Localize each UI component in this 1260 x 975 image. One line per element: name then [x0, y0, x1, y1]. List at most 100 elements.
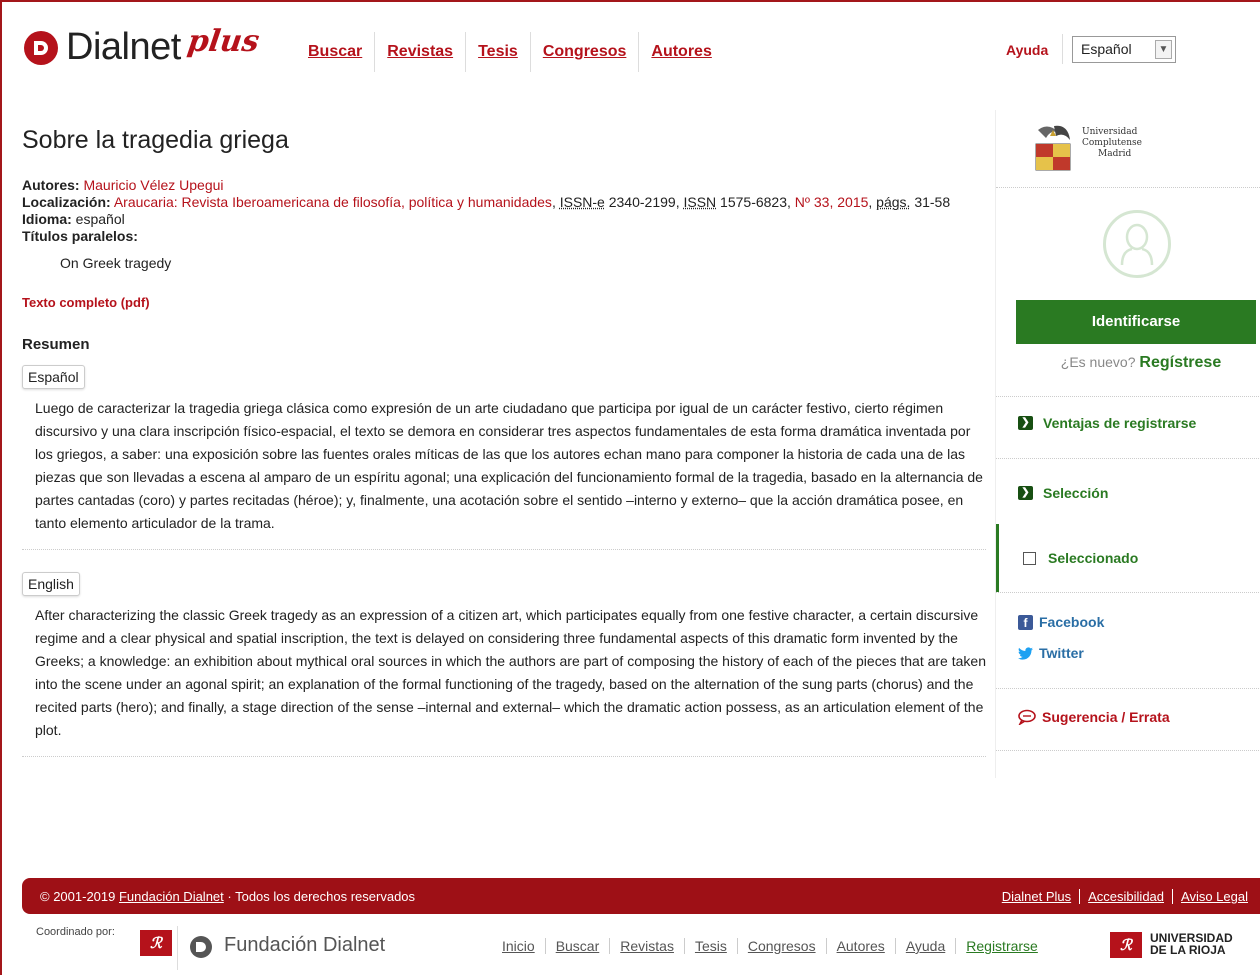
divider	[1062, 34, 1063, 64]
nav-tesis[interactable]: Tesis	[466, 32, 531, 72]
university-line: Complutense	[1082, 138, 1142, 148]
universidad-la-rioja-logo-icon[interactable]: ℛ	[1110, 932, 1142, 958]
footer-link-dialnet-plus[interactable]: Dialnet Plus	[994, 889, 1079, 904]
footer-bar: © 2001-2019 Fundación Dialnet · Todos lo…	[22, 878, 1260, 914]
suggestion-label: Sugerencia / Errata	[1042, 709, 1170, 725]
user-avatar-icon	[1103, 210, 1171, 278]
twitter-link[interactable]: Twitter	[1018, 645, 1084, 661]
issue-link[interactable]: Nº 33, 2015	[795, 194, 869, 210]
divider	[996, 688, 1260, 689]
chevron-right-icon: ❯	[1018, 416, 1033, 430]
nav-autores[interactable]: Autores	[639, 32, 723, 72]
nav-buscar[interactable]: Buscar	[296, 32, 376, 72]
selection-label: Selección	[1043, 485, 1109, 501]
suggestion-link[interactable]: Sugerencia / Errata	[1018, 709, 1170, 725]
twitter-icon	[1018, 646, 1033, 660]
language-value: español	[75, 211, 125, 227]
article-main: Sobre la tragedia griega Autores: Mauric…	[22, 110, 986, 757]
main-nav: Buscar Revistas Tesis Congresos Autores	[296, 32, 724, 72]
authors-row: Autores: Mauricio Vélez Upegui	[22, 177, 986, 194]
pages-label: págs.	[876, 194, 911, 210]
footer-bottom: Coordinado por: ℛ Fundación Dialnet Inic…	[22, 920, 1260, 970]
bottom-link-tesis[interactable]: Tesis	[683, 938, 737, 954]
footer-link-legal[interactable]: Aviso Legal	[1172, 889, 1256, 904]
bottom-link-registrarse[interactable]: Registrarse	[955, 938, 1048, 954]
language-row: Idioma: español	[22, 211, 986, 228]
bottom-link-inicio[interactable]: Inicio	[492, 938, 545, 954]
university-line: Universidad	[1082, 127, 1138, 137]
article-meta: Autores: Mauricio Vélez Upegui Localizac…	[22, 177, 986, 245]
parallel-title: On Greek tragedy	[60, 255, 172, 271]
divider	[996, 750, 1260, 751]
fundacion-dialnet-name[interactable]: Fundación Dialnet	[224, 934, 385, 957]
bottom-link-congresos[interactable]: Congresos	[736, 938, 826, 954]
author-link[interactable]: Mauricio Vélez Upegui	[83, 177, 223, 193]
location-label: Localización:	[22, 194, 111, 210]
parallel-titles-label: Títulos paralelos:	[22, 228, 138, 244]
bottom-link-revistas[interactable]: Revistas	[609, 938, 684, 954]
dialnet-logo-mark	[24, 30, 58, 65]
authors-label: Autores:	[22, 177, 80, 193]
facebook-link[interactable]: f Facebook	[1018, 614, 1104, 630]
twitter-label: Twitter	[1039, 645, 1084, 661]
foundation-link[interactable]: Fundación Dialnet	[119, 889, 224, 904]
fulltext-pdf-link[interactable]: Texto completo (pdf)	[22, 295, 986, 310]
abstract-text: After characterizing the classic Greek t…	[22, 604, 986, 757]
user-silhouette-icon	[1120, 223, 1154, 265]
coordinated-by-label: Coordinado por:	[36, 926, 115, 938]
facebook-label: Facebook	[1039, 614, 1105, 630]
comment-icon	[1018, 709, 1036, 725]
logo-plus: plus	[185, 24, 262, 59]
divider	[996, 396, 1260, 397]
language-label: Idioma:	[22, 211, 72, 227]
advantages-link[interactable]: ❯ Ventajas de registrarse	[1018, 415, 1196, 431]
location-row: Localización: Araucaria: Revista Iberoam…	[22, 194, 951, 210]
fundacion-dialnet-logo-icon	[190, 936, 212, 958]
journal-link[interactable]: Araucaria: Revista Iberoamericana de fil…	[114, 194, 552, 210]
login-button[interactable]: Identificarse	[1016, 300, 1256, 344]
university-line: DE LA RIOJA	[1150, 943, 1226, 957]
divider	[177, 926, 178, 970]
copyright-suffix: · Todos los derechos reservados	[223, 889, 416, 904]
universidad-la-rioja-logo-icon[interactable]: ℛ	[140, 930, 172, 956]
chevron-down-icon: ▼	[1155, 40, 1172, 59]
language-select-value: Español	[1081, 41, 1132, 57]
new-user-text: ¿Es nuevo?	[1060, 354, 1136, 370]
header: Dialnet plus Buscar Revistas Tesis Congr…	[0, 0, 1260, 100]
bottom-link-ayuda[interactable]: Ayuda	[894, 938, 955, 954]
divider	[996, 592, 1260, 593]
language-select[interactable]: Español ▼	[1072, 36, 1176, 63]
facebook-icon: f	[1018, 614, 1033, 630]
nav-revistas[interactable]: Revistas	[375, 32, 467, 72]
sidebar: Universidad Complutense Madrid Identific…	[995, 110, 1260, 778]
footer-link-accessibility[interactable]: Accesibilidad	[1079, 889, 1172, 904]
issn-e-label: ISSN-e	[559, 194, 605, 210]
register-link[interactable]: Regístrese	[1139, 354, 1221, 371]
bottom-link-autores[interactable]: Autores	[825, 938, 895, 954]
abstract-en: English After characterizing the classic…	[22, 560, 986, 757]
chevron-right-icon: ❯	[1018, 486, 1033, 500]
university-line: Madrid	[1098, 149, 1132, 159]
abstract-es: Español Luego de caracterizar la tragedi…	[22, 353, 986, 550]
copyright-prefix: © 2001-2019	[40, 889, 119, 904]
copyright: © 2001-2019 Fundación Dialnet · Todos lo…	[40, 889, 415, 904]
dialnet-logo[interactable]: Dialnet plus	[24, 24, 262, 69]
issn-e-value: 2340-2199	[608, 194, 676, 210]
logo-text: Dialnet	[66, 26, 181, 68]
selected-checkbox[interactable]	[1023, 552, 1036, 565]
nav-congresos[interactable]: Congresos	[531, 32, 640, 72]
footer-links: Dialnet Plus Accesibilidad Aviso Legal	[994, 889, 1256, 904]
universidad-la-rioja-name: UNIVERSIDAD DE LA RIOJA	[1150, 932, 1233, 956]
abstract-text: Luego de caracterizar la tragedia griega…	[22, 397, 986, 550]
abstract-lang-badge: English	[22, 572, 80, 596]
help-link[interactable]: Ayuda	[1006, 42, 1048, 58]
selection-link[interactable]: ❯ Selección	[1018, 485, 1108, 501]
university-logo[interactable]: Universidad Complutense Madrid	[996, 110, 1260, 188]
divider	[996, 458, 1260, 459]
university-crest-icon	[1035, 125, 1071, 171]
selected-label: Seleccionado	[1048, 550, 1139, 566]
bottom-link-buscar[interactable]: Buscar	[544, 938, 610, 954]
pages-value: 31-58	[914, 194, 951, 210]
register-row: ¿Es nuevo? Regístrese	[1036, 354, 1246, 372]
selected-toggle[interactable]: Seleccionado	[996, 524, 1260, 592]
